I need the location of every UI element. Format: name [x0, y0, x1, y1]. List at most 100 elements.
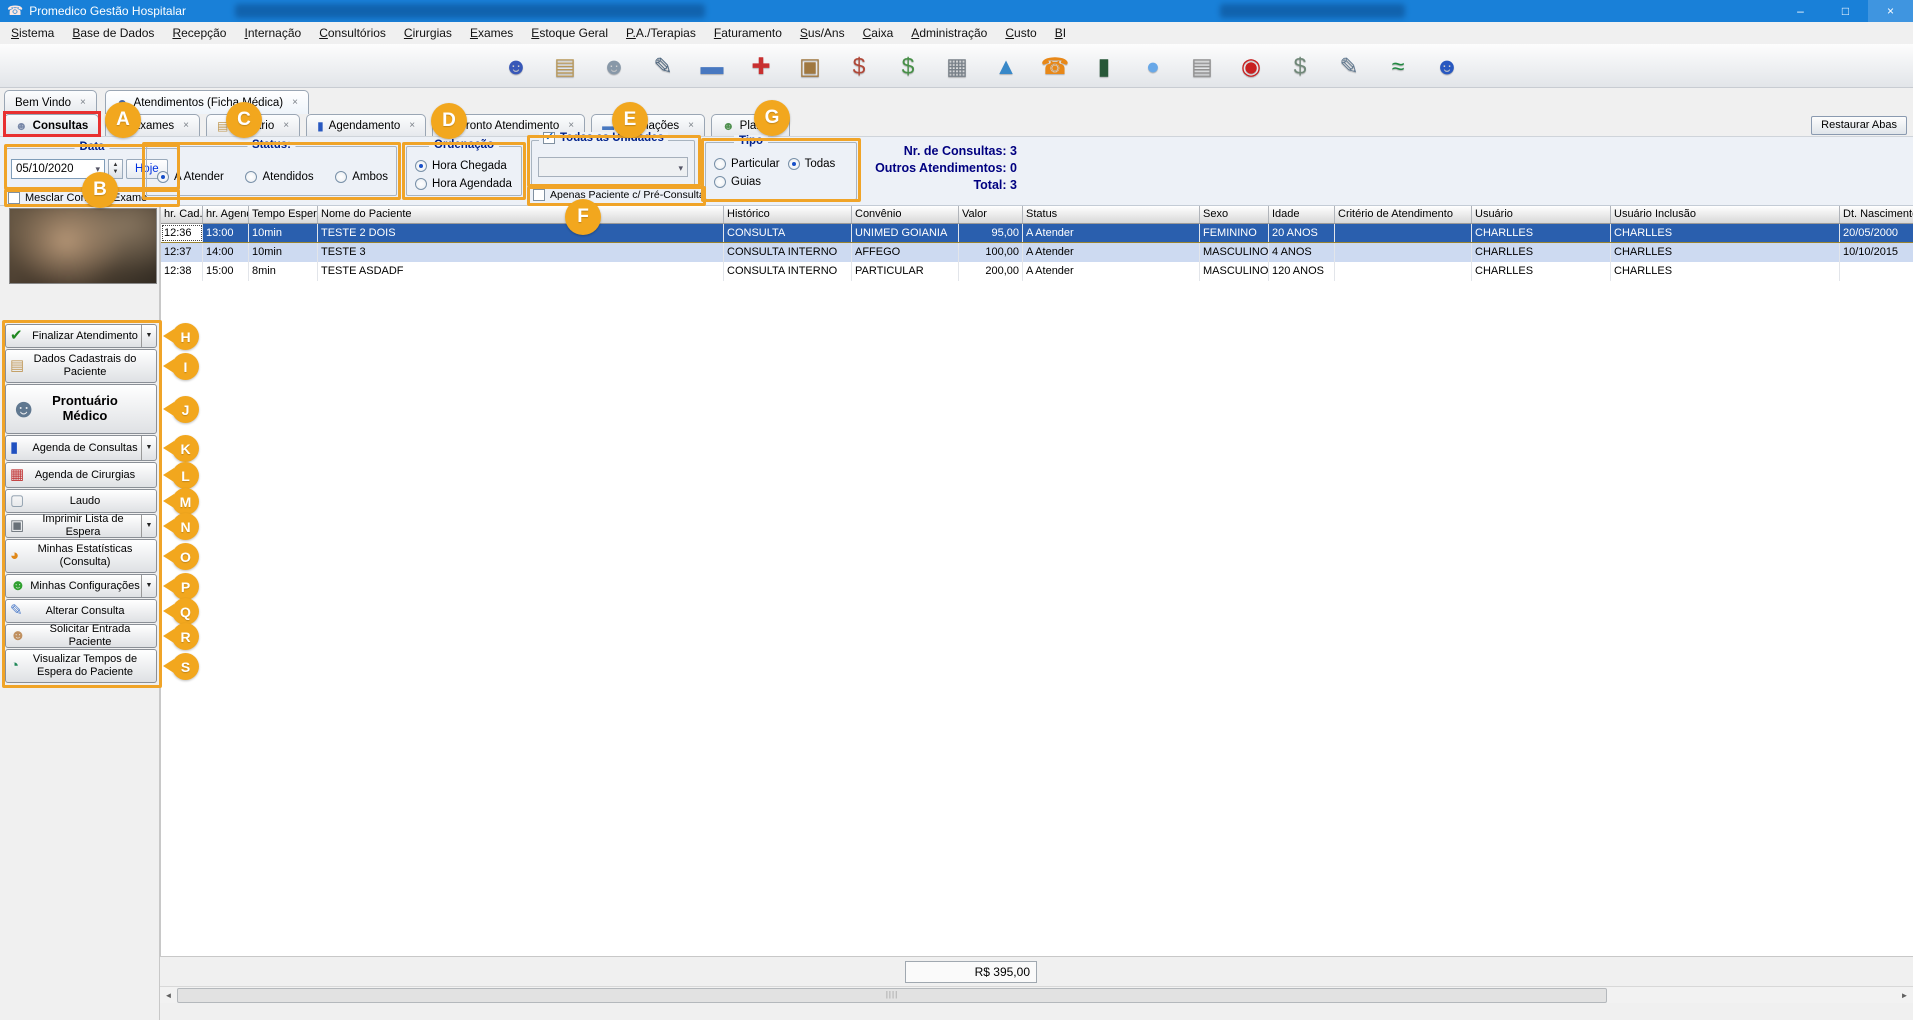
todas-unidades-checkbox[interactable]: Todas as Unidades [539, 132, 668, 144]
sidebar-button[interactable]: ▣ Imprimir Lista de Espera ▼ [5, 514, 157, 538]
column-header[interactable]: Usuário Inclusão [1611, 206, 1840, 223]
restaurar-abas-button[interactable]: Restaurar Abas [1811, 116, 1907, 135]
patient-book-icon[interactable]: ☻ [1431, 48, 1463, 84]
invoice-search-icon[interactable]: $ [1284, 48, 1316, 84]
sub-tab[interactable]: ▮ Agendamento × [306, 114, 426, 136]
sidebar-button[interactable]: ▮ Agenda de Consultas ▼ [5, 435, 157, 461]
prescription-icon[interactable]: ✎ [1333, 48, 1365, 84]
tipo-radio[interactable]: Particular [714, 158, 780, 170]
column-header[interactable]: Usuário [1472, 206, 1611, 223]
table-row[interactable]: 12:3714:0010minTESTE 3CONSULTA INTERNOAF… [161, 243, 1913, 262]
scroll-right-icon[interactable]: ► [1896, 991, 1913, 1000]
menu-item[interactable]: Base de Dados [63, 23, 163, 43]
cash-stack-icon[interactable]: $ [892, 48, 924, 84]
apenas-pre-consulta-checkbox[interactable]: Apenas Paciente c/ Pré-Consulta [533, 189, 705, 201]
report-icon[interactable]: ▤ [1186, 48, 1218, 84]
doctor-icon[interactable]: ☻ [598, 48, 630, 84]
dropdown-arrow-icon[interactable]: ▼ [141, 325, 156, 347]
unidades-dropdown[interactable]: ▾ [538, 157, 688, 177]
mesclar-consulta-exame-checkbox[interactable]: Mesclar Consulta Exame [8, 192, 147, 204]
ordenacao-radio[interactable]: Hora Chegada [415, 160, 513, 172]
menu-item[interactable]: Administração [902, 23, 996, 43]
annotation-letter: H [172, 323, 199, 350]
menu-item[interactable]: Recepção [163, 23, 235, 43]
chat-icon[interactable]: ● [1137, 48, 1169, 84]
close-tab-icon[interactable]: × [568, 120, 574, 131]
annotation-letter: M [172, 488, 199, 515]
close-tab-icon[interactable]: × [292, 97, 298, 108]
medical-form-icon[interactable]: ✎ [647, 48, 679, 84]
horizontal-scrollbar[interactable]: ◄ |||| ► [160, 986, 1913, 1003]
supplies-box-icon[interactable]: ▣ [794, 48, 826, 84]
close-tab-icon[interactable]: × [80, 97, 86, 108]
dropdown-arrow-icon[interactable]: ▼ [141, 575, 156, 597]
column-header[interactable]: Idade [1269, 206, 1335, 223]
dropdown-arrow-icon[interactable]: ▼ [141, 515, 156, 537]
column-header[interactable]: Nome do Paciente [318, 206, 724, 223]
sidebar-button[interactable]: ▢ Laudo [5, 489, 157, 513]
scrollbar-thumb[interactable]: |||| [177, 988, 1607, 1003]
table-row[interactable]: 12:3613:0010minTESTE 2 DOISCONSULTAUNIME… [161, 224, 1913, 243]
minimize-button[interactable]: – [1778, 0, 1823, 22]
column-header[interactable]: hr. Agend. [203, 206, 249, 223]
menu-item[interactable]: Custo [996, 23, 1045, 43]
tipo-radio[interactable]: Guias [714, 176, 850, 188]
sidebar-button[interactable]: ✔ Finalizar Atendimento ▼ [5, 324, 157, 348]
column-header[interactable]: Tempo Espera [249, 206, 318, 223]
menu-item[interactable]: Estoque Geral [522, 23, 617, 43]
close-tab-icon[interactable]: × [688, 120, 694, 131]
sidebar-button[interactable]: ✎ Alterar Consulta [5, 599, 157, 623]
scroll-left-icon[interactable]: ◄ [160, 991, 177, 1000]
close-button[interactable]: × [1868, 0, 1913, 22]
tipo-radio[interactable]: Todas [788, 158, 836, 170]
sub-tab[interactable]: ☻ Consultas [4, 114, 99, 136]
table-row[interactable]: 12:3815:008minTESTE ASDADFCONSULTA INTER… [161, 262, 1913, 281]
menu-item[interactable]: Sus/Ans [791, 23, 854, 43]
menu-item[interactable]: Faturamento [705, 23, 791, 43]
sidebar-button[interactable]: ☻ Minhas Configurações ▼ [5, 574, 157, 598]
menu-item[interactable]: Cirurgias [395, 23, 461, 43]
ordenacao-radio[interactable]: Hora Agendada [415, 178, 513, 190]
column-header[interactable]: Critério de Atendimento [1335, 206, 1472, 223]
column-header[interactable]: Histórico [724, 206, 852, 223]
column-header[interactable]: hr. Cad. [161, 206, 203, 223]
ledger-book-icon[interactable]: ▮ [1088, 48, 1120, 84]
menu-item[interactable]: Caixa [854, 23, 903, 43]
main-tab[interactable]: Bem Vindo × [4, 90, 97, 114]
ambulance-icon[interactable]: ✚ [745, 48, 777, 84]
sidebar-button[interactable]: ☻ Prontuário Médico [5, 384, 157, 434]
ecg-book-icon[interactable]: ≈ [1382, 48, 1414, 84]
column-header[interactable]: Status [1023, 206, 1200, 223]
sidebar-button[interactable]: ▦ Agenda de Cirurgias [5, 462, 157, 488]
close-tab-icon[interactable]: × [183, 120, 189, 131]
revenue-up-icon[interactable]: $ [843, 48, 875, 84]
close-tab-icon[interactable]: × [283, 120, 289, 131]
status-radio[interactable]: A Atender [157, 171, 224, 183]
finance-chart-icon[interactable]: ▲ [990, 48, 1022, 84]
maximize-button[interactable]: □ [1823, 0, 1868, 22]
close-tab-icon[interactable]: × [409, 120, 415, 131]
safe-icon[interactable]: ▦ [941, 48, 973, 84]
patient-records-icon[interactable]: ▤ [549, 48, 581, 84]
dropdown-arrow-icon[interactable]: ▼ [141, 436, 156, 460]
menu-item[interactable]: Consultórios [310, 23, 395, 43]
menu-item[interactable]: Internação [235, 23, 310, 43]
power-icon[interactable]: ◉ [1235, 48, 1267, 84]
hospital-bed-icon[interactable]: ▬ [696, 48, 728, 84]
sidebar-button[interactable]: ▤ Dados Cadastrais do Paciente [5, 349, 157, 383]
menu-item[interactable]: BI [1046, 23, 1075, 43]
menu-item[interactable]: P.A./Terapias [617, 23, 705, 43]
patients-icon[interactable]: ☻ [500, 48, 532, 84]
column-header[interactable]: Dt. Nascimento [1840, 206, 1913, 223]
sidebar-button[interactable]: ◕ Minhas Estatísticas (Consulta) [5, 539, 157, 573]
column-header[interactable]: Sexo [1200, 206, 1269, 223]
column-header[interactable]: Valor [959, 206, 1023, 223]
column-header[interactable]: Convênio [852, 206, 959, 223]
menu-item[interactable]: Exames [461, 23, 522, 43]
sidebar-button[interactable]: ☻ Solicitar Entrada Paciente [5, 624, 157, 648]
status-radio[interactable]: Ambos [335, 171, 388, 183]
menu-item[interactable]: Sistema [2, 23, 63, 43]
phone-book-icon[interactable]: ☎ [1039, 48, 1071, 84]
sidebar-button[interactable]: ◔ Visualizar Tempos de Espera do Pacient… [5, 649, 157, 683]
status-radio[interactable]: Atendidos [245, 171, 313, 183]
